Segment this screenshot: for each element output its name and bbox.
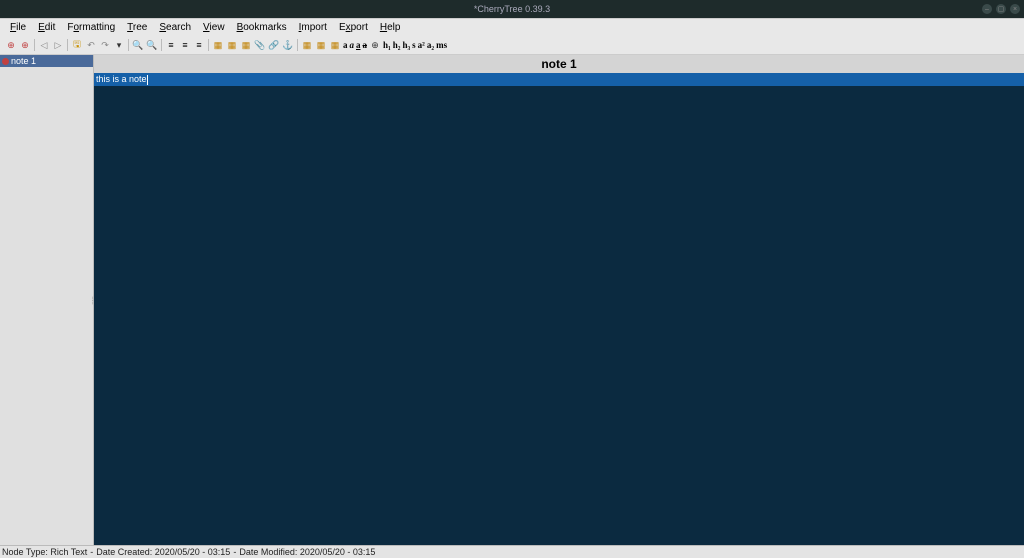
status-created: Date Created: 2020/05/20 - 03:15 (96, 547, 230, 557)
search-replace-icon[interactable]: 🔍 (145, 38, 159, 52)
color-fg-icon[interactable]: ▦ (300, 38, 314, 52)
menu-formatting[interactable]: Formatting (61, 21, 121, 34)
status-modified: Date Modified: 2020/05/20 - 03:15 (239, 547, 375, 557)
dropdown-icon[interactable]: ▾ (112, 38, 126, 52)
search-icon[interactable]: 🔍 (131, 38, 145, 52)
sup-button[interactable]: a² (417, 40, 426, 50)
toolbar-separator (67, 39, 68, 51)
tree-panel: note 1 · · · · · (0, 55, 94, 545)
window-controls: – ▢ × (982, 4, 1020, 14)
list-number-icon[interactable]: ≡ (178, 38, 192, 52)
workarea: note 1 · · · · · note 1 this is a note (0, 55, 1024, 545)
editor-current-line[interactable]: this is a note (94, 73, 1024, 86)
toolbar-separator (128, 39, 129, 51)
titlebar: *CherryTree 0.39.3 – ▢ × (0, 0, 1024, 18)
status-sep: - (90, 547, 93, 557)
menu-view[interactable]: View (197, 21, 231, 34)
toolbar-separator (297, 39, 298, 51)
menubar: File Edit Formatting Tree Search View Bo… (0, 19, 1024, 36)
sub-button[interactable]: a₂ (426, 40, 435, 50)
menu-export[interactable]: Export (333, 21, 374, 34)
close-button[interactable]: × (1010, 4, 1020, 14)
anchor-icon[interactable]: ⚓ (281, 38, 295, 52)
toolbar-separator (34, 39, 35, 51)
codebox-icon[interactable]: ▦ (239, 38, 253, 52)
node-add-icon[interactable]: ⊕ (4, 38, 18, 52)
menu-file[interactable]: File (4, 21, 32, 34)
text-cursor (147, 75, 148, 85)
menu-bookmarks[interactable]: Bookmarks (231, 21, 293, 34)
text-editor[interactable]: this is a note (94, 73, 1024, 545)
image-icon[interactable]: ▦ (211, 38, 225, 52)
h1-button[interactable]: h₁ (382, 40, 392, 50)
minimize-button[interactable]: – (982, 4, 992, 14)
h3-button[interactable]: h₃ (401, 40, 411, 50)
list-todo-icon[interactable]: ≡ (192, 38, 206, 52)
node-add-child-icon[interactable]: ⊕ (18, 38, 32, 52)
menu-import[interactable]: Import (293, 21, 333, 34)
toolbar: ⊕ ⊕ ◁ ▷ 🖫 ↶ ↷ ▾ 🔍 🔍 ≡ ≡ ≡ ▦ ▦ ▦ 📎 🔗 ⚓ ▦ … (0, 36, 1024, 55)
app-chrome: File Edit Formatting Tree Search View Bo… (0, 18, 1024, 558)
color-bg-icon[interactable]: ▦ (314, 38, 328, 52)
toolbar-separator (208, 39, 209, 51)
nav-forward-icon[interactable]: ▷ (51, 38, 65, 52)
toolbar-separator (161, 39, 162, 51)
status-node-type: Node Type: Rich Text (2, 547, 87, 557)
link-icon[interactable]: 🔗 (267, 38, 281, 52)
tree-item[interactable]: note 1 (0, 55, 93, 67)
undo-icon[interactable]: ↶ (84, 38, 98, 52)
node-title-header: note 1 (94, 55, 1024, 73)
redo-icon[interactable]: ↷ (98, 38, 112, 52)
special-char-icon[interactable]: ⊕ (368, 38, 382, 52)
mono-button[interactable]: ms (435, 40, 448, 50)
statusbar: Node Type: Rich Text - Date Created: 202… (0, 545, 1024, 558)
tree-item-label: note 1 (11, 56, 36, 66)
file-icon[interactable]: 📎 (253, 38, 267, 52)
table-icon[interactable]: ▦ (225, 38, 239, 52)
format-clear-icon[interactable]: ▦ (328, 38, 342, 52)
maximize-button[interactable]: ▢ (996, 4, 1006, 14)
h2-button[interactable]: h₂ (392, 40, 402, 50)
menu-edit[interactable]: Edit (32, 21, 61, 34)
node-bullet-icon (2, 58, 9, 65)
menu-help[interactable]: Help (374, 21, 407, 34)
editor-text: this is a note (96, 74, 147, 84)
menu-search[interactable]: Search (153, 21, 197, 34)
window-title: *CherryTree 0.39.3 (474, 4, 550, 14)
status-sep: - (233, 547, 236, 557)
editor-panel: note 1 this is a note (94, 55, 1024, 545)
nav-back-icon[interactable]: ◁ (37, 38, 51, 52)
menu-tree[interactable]: Tree (121, 21, 153, 34)
save-icon[interactable]: 🖫 (70, 38, 84, 52)
list-bullet-icon[interactable]: ≡ (164, 38, 178, 52)
